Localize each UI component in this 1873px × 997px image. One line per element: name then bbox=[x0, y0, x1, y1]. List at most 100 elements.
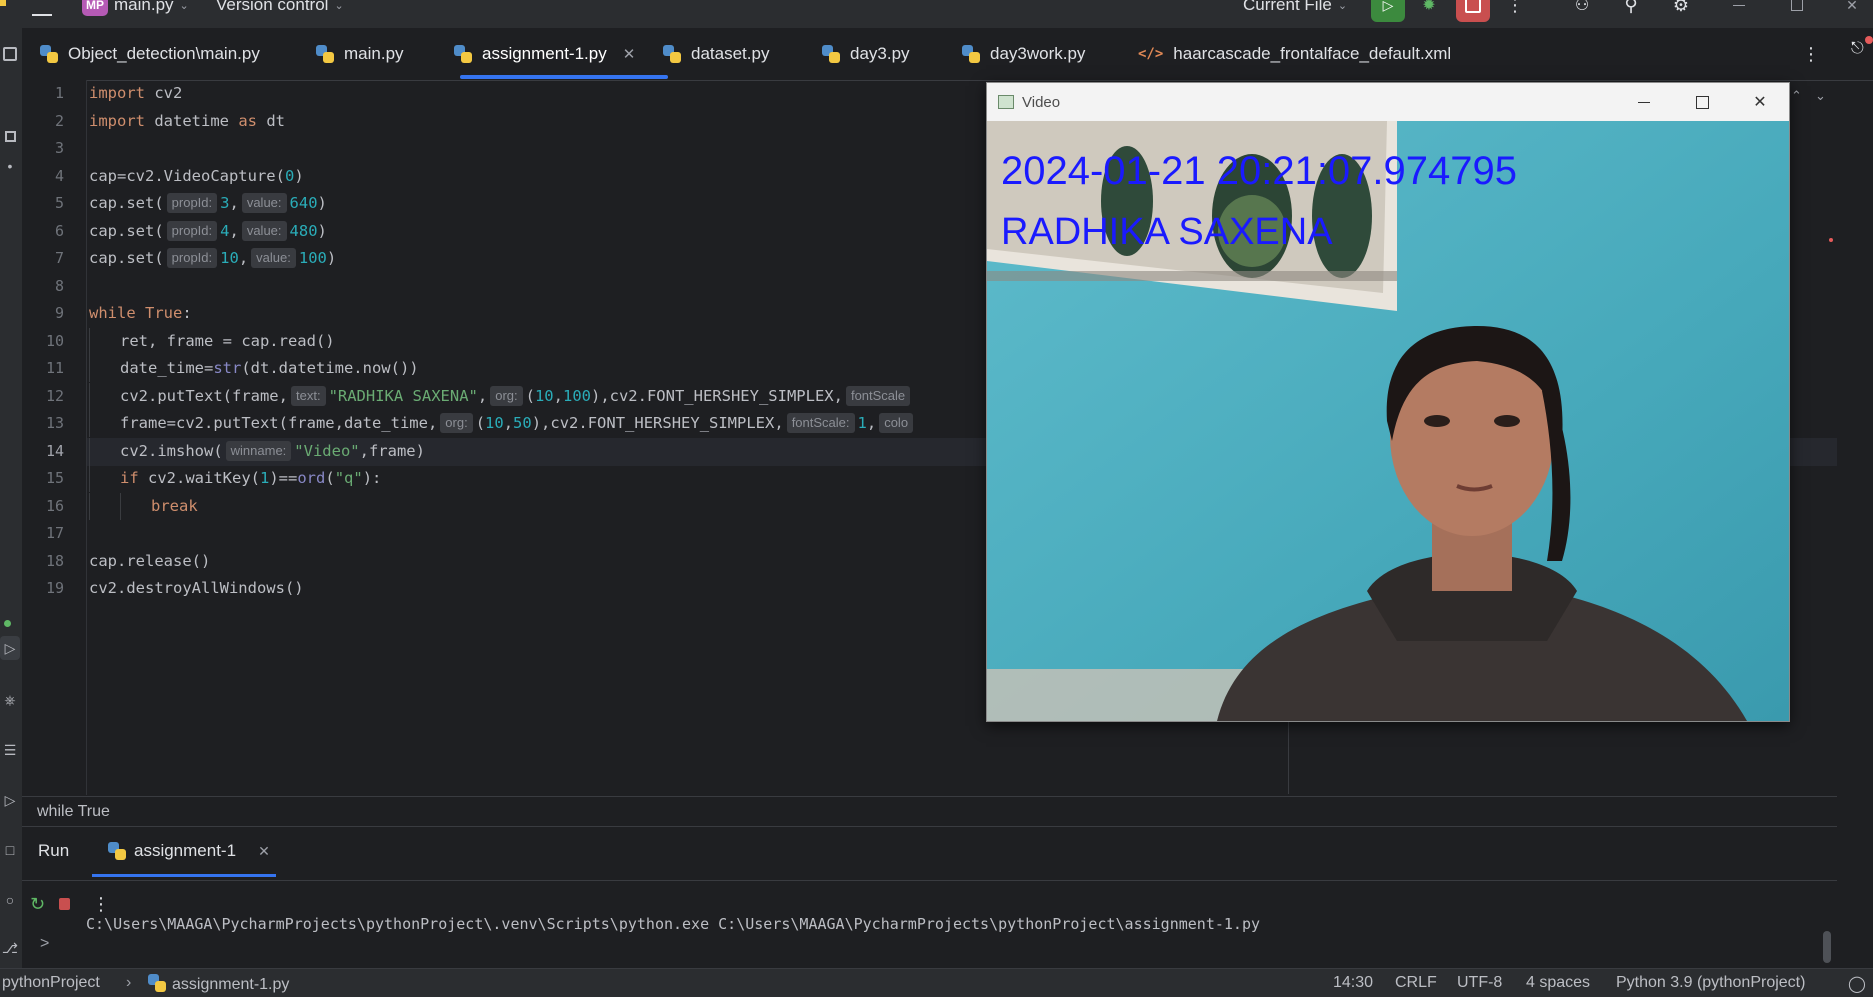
code-line[interactable]: import cv2 bbox=[89, 80, 182, 108]
status-line-separator[interactable]: CRLF bbox=[1395, 974, 1437, 992]
status-indent[interactable]: 4 spaces bbox=[1526, 974, 1590, 992]
line-number: 6 bbox=[54, 221, 64, 240]
python-file-icon bbox=[822, 45, 840, 63]
status-interpreter[interactable]: Python 3.9 (pythonProject) bbox=[1616, 974, 1805, 992]
close-tab-icon[interactable]: ✕ bbox=[258, 843, 270, 860]
parameter-hint: fontScale bbox=[845, 385, 911, 406]
git-icon[interactable]: ⎇ bbox=[0, 936, 20, 960]
parameter-hint: propId: bbox=[166, 248, 218, 268]
stop-button[interactable] bbox=[1456, 0, 1490, 22]
line-number: 15 bbox=[45, 469, 64, 487]
chevron-down-icon: ⌄ bbox=[334, 0, 344, 12]
minimize-button[interactable] bbox=[1722, 0, 1756, 22]
parameter-hint: text: bbox=[290, 385, 326, 406]
services-icon[interactable]: ▷ bbox=[0, 788, 20, 812]
close-window-button[interactable]: ✕ bbox=[1835, 0, 1869, 22]
add-user-button[interactable]: ⚇ bbox=[1565, 0, 1599, 22]
ide-logo-icon bbox=[0, 0, 6, 6]
code-line[interactable]: break bbox=[89, 492, 198, 521]
run-config-tab[interactable]: assignment-1 ✕ bbox=[108, 841, 270, 861]
code-line[interactable]: if cv2.waitKey(1)==ord("q"): bbox=[89, 465, 381, 493]
run-button[interactable]: ▷ bbox=[1371, 0, 1405, 22]
tab-dataset[interactable]: dataset.py bbox=[663, 28, 769, 80]
breadcrumb-item[interactable]: while True bbox=[37, 803, 110, 820]
chevron-down-icon[interactable]: ⌄ bbox=[1815, 88, 1826, 104]
code-token: if bbox=[120, 469, 139, 487]
video-window-titlebar[interactable]: Video ✕ bbox=[987, 83, 1789, 121]
code-line[interactable]: import datetime as dt bbox=[89, 108, 285, 136]
code-line[interactable]: ret, frame = cap.read() bbox=[89, 327, 335, 356]
layers-icon[interactable]: ☰ bbox=[0, 738, 20, 762]
status-project[interactable]: pythonProject bbox=[2, 974, 100, 992]
code-line[interactable]: cap.set(propId: 3, value: 640) bbox=[89, 190, 327, 218]
run-status-dot bbox=[4, 620, 11, 627]
line-number: 3 bbox=[54, 139, 64, 157]
editor-tab-bar: Object_detection\main.py main.py assignm… bbox=[22, 28, 1873, 81]
video-minimize-button[interactable] bbox=[1615, 83, 1673, 121]
parameter-hint: org: bbox=[440, 413, 473, 433]
indent-guide bbox=[89, 492, 120, 520]
chevron-up-icon[interactable]: ⌃ bbox=[1791, 88, 1802, 104]
project-view-icon[interactable] bbox=[0, 42, 20, 66]
python-packages-icon[interactable]: ⎈ bbox=[0, 688, 20, 712]
close-tab-icon[interactable]: ✕ bbox=[623, 45, 636, 63]
tab-assignment-1[interactable]: assignment-1.py ✕ bbox=[454, 28, 635, 80]
code-token: 480 bbox=[289, 221, 318, 240]
structure-icon[interactable] bbox=[0, 124, 20, 148]
video-close-button[interactable]: ✕ bbox=[1731, 83, 1789, 121]
tab-options-button[interactable]: ⋮ bbox=[1802, 28, 1820, 80]
tab-day3work[interactable]: day3work.py bbox=[962, 28, 1085, 80]
code-token: import bbox=[89, 84, 145, 102]
tab-label: dataset.py bbox=[691, 44, 770, 63]
more-vertical-icon[interactable]: ⋮ bbox=[92, 894, 110, 915]
status-file[interactable]: assignment-1.py bbox=[148, 974, 289, 994]
terminal-icon[interactable]: □ bbox=[0, 838, 20, 862]
console-prompt[interactable]: > bbox=[40, 935, 49, 953]
problems-icon[interactable]: ○ bbox=[0, 888, 20, 912]
tab-label: main.py bbox=[344, 44, 404, 63]
video-window[interactable]: Video ✕ 2024-01-21 20:21:07.974795 RADHI… bbox=[986, 82, 1790, 722]
tab-haarcascade-xml[interactable]: </> haarcascade_frontalface_default.xml bbox=[1138, 28, 1451, 80]
code-token: cv2 bbox=[145, 84, 183, 102]
line-number: 19 bbox=[45, 579, 64, 597]
python-file-icon bbox=[108, 842, 126, 860]
lock-icon[interactable]: ◯ bbox=[1848, 974, 1866, 994]
video-maximize-button[interactable] bbox=[1673, 83, 1731, 121]
run-tool-icon[interactable]: ▷ bbox=[0, 636, 20, 660]
code-line[interactable]: date_time=str(dt.datetime.now()) bbox=[89, 355, 419, 383]
code-line[interactable]: cap.set(propId: 10, value: 100) bbox=[89, 245, 336, 273]
code-line[interactable]: cap.set(propId: 4, value: 480) bbox=[89, 218, 327, 246]
code-token: "Video" bbox=[294, 441, 360, 460]
code-line[interactable]: cap=cv2.VideoCapture(0) bbox=[89, 163, 304, 191]
search-button[interactable]: ⚲ bbox=[1614, 0, 1648, 22]
code-line[interactable]: cap.release() bbox=[89, 548, 210, 576]
code-line[interactable]: frame=cv2.putText(frame,date_time, org: (1… bbox=[89, 410, 916, 438]
run-config-selector[interactable]: Current File ⌄ bbox=[1243, 0, 1347, 17]
debug-button[interactable]: ✹ bbox=[1412, 0, 1446, 22]
project-selector[interactable]: MP main.py ⌄ bbox=[82, 0, 189, 17]
rerun-icon[interactable]: ↻ bbox=[30, 894, 45, 915]
tab-day3[interactable]: day3.py bbox=[822, 28, 910, 80]
code-token: 100 bbox=[562, 386, 591, 405]
status-caret-position[interactable]: 14:30 bbox=[1333, 974, 1373, 992]
code-line[interactable]: cv2.putText(frame, text: "RADHIKA SAXENA",… bbox=[89, 382, 913, 411]
main-menu-button[interactable] bbox=[32, 0, 52, 17]
code-token: ( bbox=[525, 386, 535, 405]
more-tools-icon[interactable]: • bbox=[0, 154, 20, 178]
project-badge: MP bbox=[82, 0, 108, 16]
settings-button[interactable]: ⚙ bbox=[1664, 0, 1698, 22]
stop-icon[interactable] bbox=[59, 898, 70, 910]
console-scrollbar[interactable] bbox=[1823, 931, 1831, 963]
tab-object-detection-main[interactable]: Object_detection\main.py bbox=[40, 28, 260, 80]
more-actions-button[interactable]: ⋮ bbox=[1498, 0, 1532, 22]
parameter-hint: value: bbox=[251, 248, 296, 268]
vcs-selector[interactable]: Version control ⌄ bbox=[216, 0, 344, 17]
tab-main[interactable]: main.py bbox=[316, 28, 404, 80]
breadcrumb[interactable]: while True bbox=[22, 796, 1837, 827]
code-line[interactable]: cv2.imshow(winname: "Video",frame) bbox=[89, 437, 425, 466]
maximize-button[interactable] bbox=[1780, 0, 1814, 22]
status-encoding[interactable]: UTF-8 bbox=[1457, 974, 1502, 992]
code-line[interactable]: while True: bbox=[89, 300, 192, 328]
code-line[interactable]: cv2.destroyAllWindows() bbox=[89, 575, 304, 603]
